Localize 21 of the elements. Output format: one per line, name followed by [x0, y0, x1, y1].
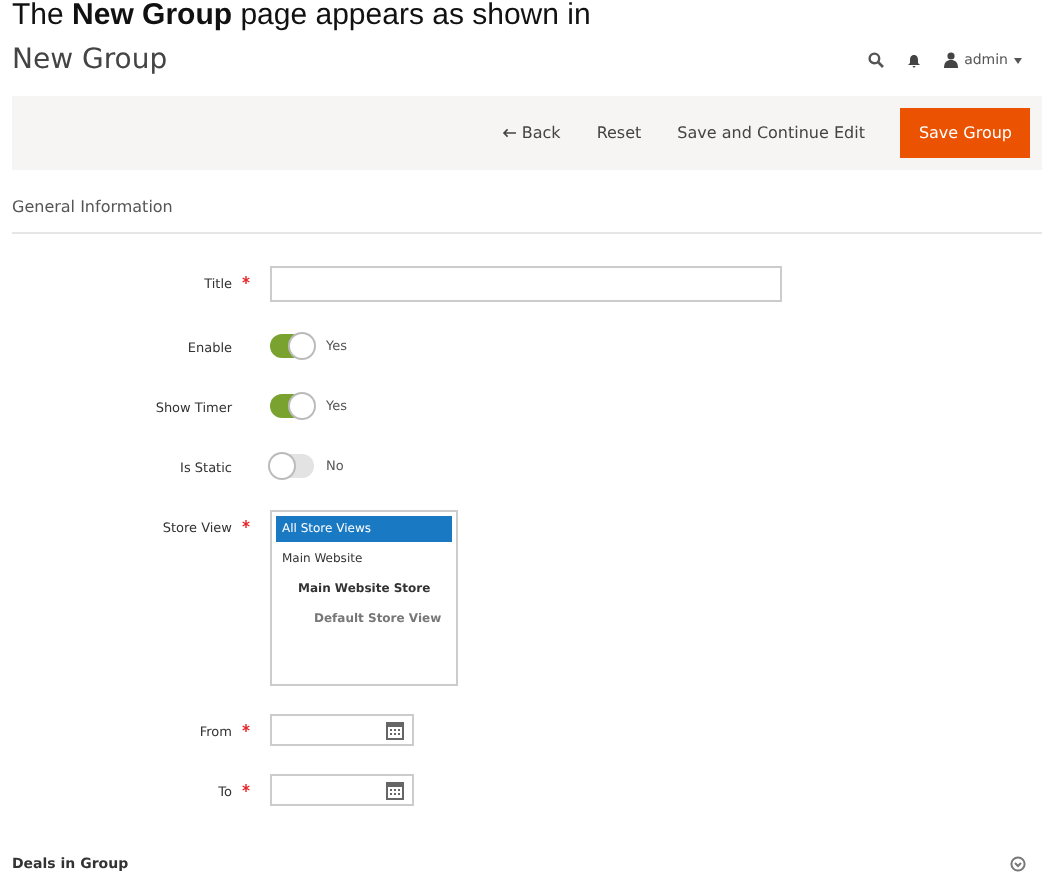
user-icon[interactable]: [944, 52, 959, 68]
page-title: New Group: [12, 44, 168, 76]
reset-button[interactable]: Reset: [596, 116, 642, 150]
calendar-icon[interactable]: [386, 721, 404, 739]
save-continue-button[interactable]: Save and Continue Edit: [677, 116, 865, 150]
date-field[interactable]: [270, 774, 414, 806]
expand-icon[interactable]: [1010, 856, 1026, 872]
section-title: General Information: [12, 198, 1042, 234]
search-icon[interactable]: [868, 52, 885, 68]
calendar-icon[interactable]: [386, 781, 404, 799]
bell-icon[interactable]: [908, 53, 921, 67]
back-button[interactable]: Back: [501, 116, 561, 150]
left-arrow-icon: [501, 128, 516, 138]
title-field[interactable]: [270, 266, 782, 302]
toggle-switch[interactable]: [270, 334, 314, 358]
caret-icon[interactable]: [1014, 57, 1022, 63]
caption-text: The New Group page appears as shown in: [10, 0, 593, 32]
date-field[interactable]: [270, 714, 414, 746]
save-button[interactable]: Save Group: [900, 108, 1030, 158]
toggle-switch[interactable]: [270, 454, 314, 478]
toggle-switch[interactable]: [270, 394, 314, 418]
